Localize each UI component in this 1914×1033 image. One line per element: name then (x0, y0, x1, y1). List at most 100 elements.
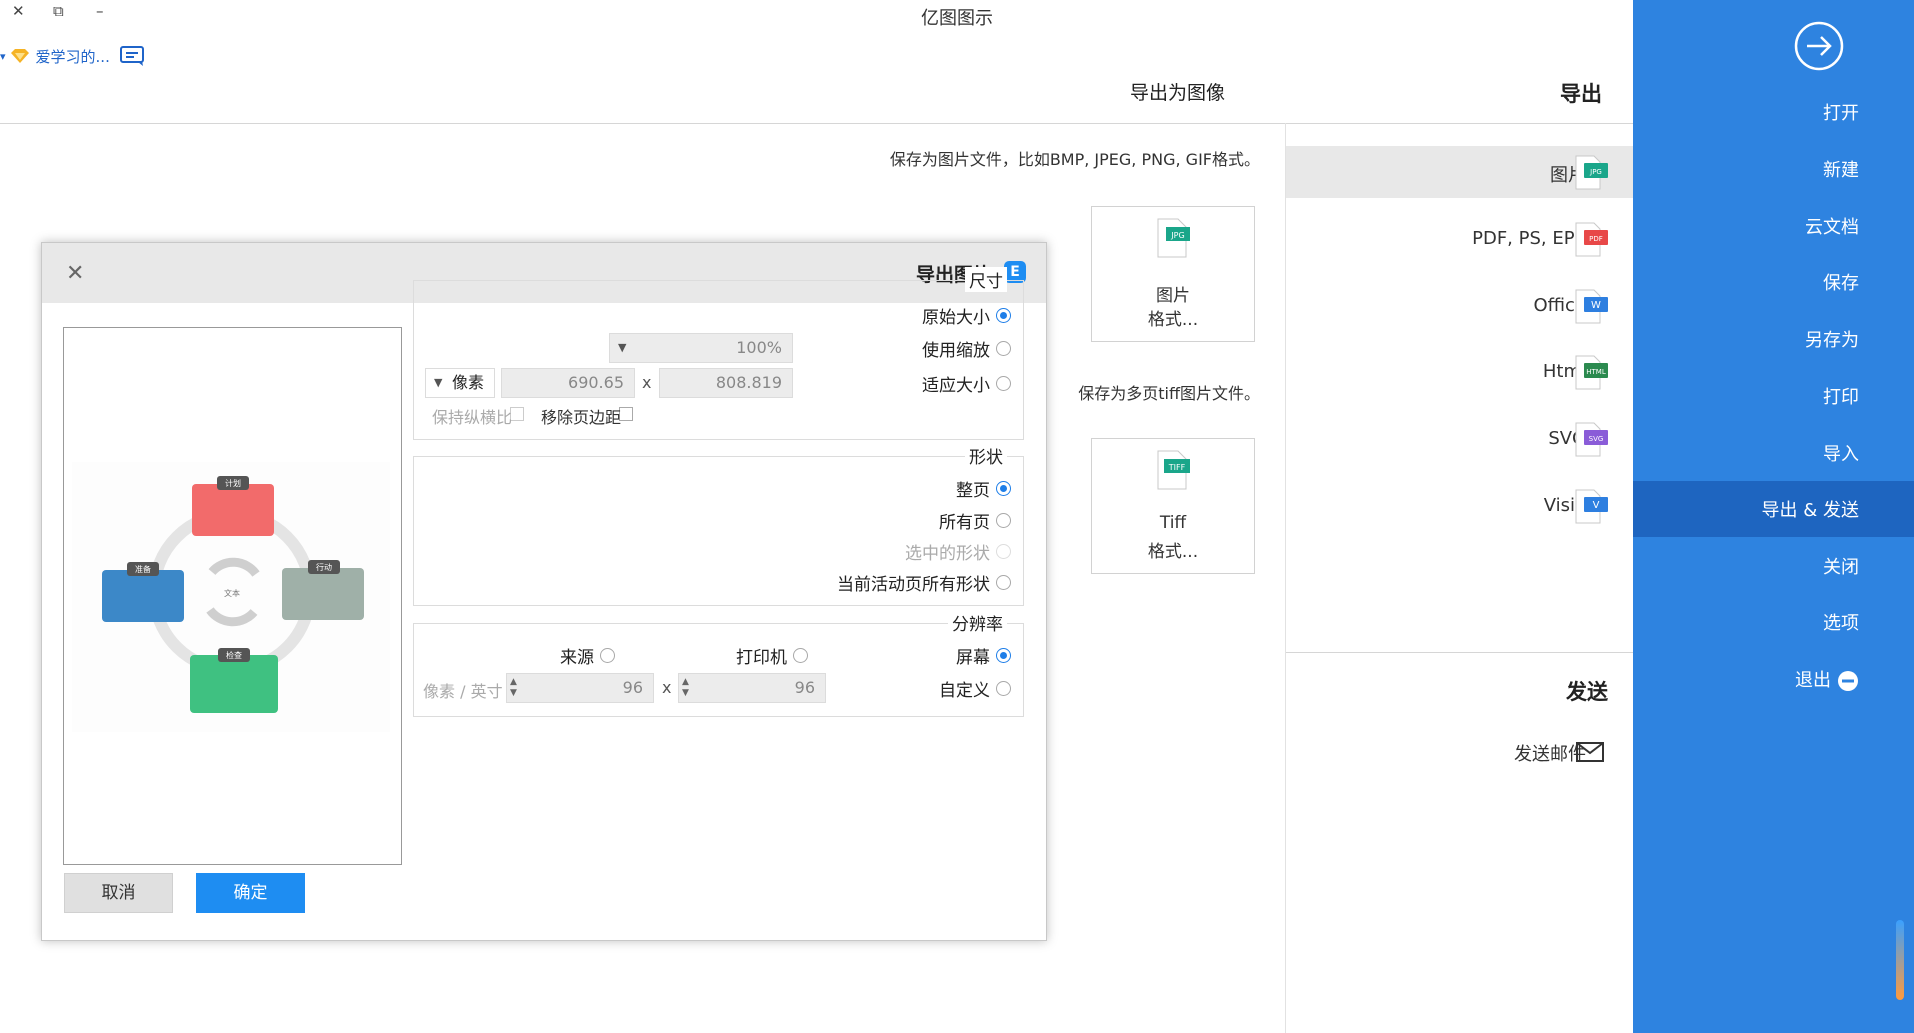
export-type-item[interactable]: PDF, PS, EPS PDF (1286, 213, 1633, 265)
export-type-item[interactable]: Visio V (1286, 480, 1633, 532)
feedback-icon[interactable] (118, 44, 146, 68)
screen-option[interactable]: 屏幕 (956, 644, 1011, 668)
original-size-radio[interactable] (996, 307, 1011, 323)
sidebar-item[interactable]: 退出 (1633, 651, 1914, 707)
export-heading: 导出 (1560, 82, 1602, 106)
dpi-x-value: 96 (794, 678, 815, 697)
dpi-x-input[interactable]: ▲ ▼ 96 (678, 673, 826, 703)
sidebar-item-text: 导入 (1823, 444, 1859, 465)
size-group-title: 尺寸 (965, 267, 1007, 292)
scrollbar-thumb[interactable] (1896, 920, 1904, 1000)
dialog-close-icon[interactable]: ✕ (66, 261, 84, 286)
height-input[interactable]: 690.65 (501, 368, 635, 398)
sidebar-item[interactable]: 导出 & 发送 (1633, 481, 1914, 537)
original-size-option[interactable]: 原始大小 (922, 304, 1011, 328)
export-type-item[interactable]: 图片 JPG (1286, 146, 1633, 198)
sidebar-item-text: 另存为 (1805, 330, 1859, 351)
sidebar-item-text: 选项 (1823, 613, 1859, 634)
unit-select[interactable]: ▼ 像素 (425, 368, 495, 398)
remove-margin-checkbox[interactable] (619, 407, 633, 421)
sidebar-item-label: 打开 (1823, 99, 1859, 125)
sidebar-item[interactable]: 关闭 (1633, 538, 1914, 594)
sidebar-item-label: 云文档 (1805, 213, 1859, 239)
selected-shapes-option[interactable]: 选中的形状 (905, 540, 1011, 564)
sidebar-item-label: 另存为 (1805, 326, 1859, 352)
header-divider (0, 123, 1633, 124)
image-format-card[interactable]: JPG 图片 格式... (1091, 206, 1255, 342)
printer-radio[interactable] (793, 647, 808, 663)
keep-ratio-label: 保持纵横比 (432, 408, 513, 427)
image-description: 保存为图片文件，比如BMP, JPEG, PNG, GIF格式。 (889, 150, 1260, 169)
selected-shapes-radio[interactable] (996, 543, 1011, 559)
export-type-item[interactable]: Html HTML (1286, 346, 1633, 398)
source-option[interactable]: 来源 (560, 644, 615, 668)
tiff-file-icon: TIFF (1157, 450, 1190, 490)
custom-radio[interactable] (996, 680, 1011, 696)
sidebar-item[interactable]: 打印 (1633, 368, 1914, 424)
cancel-button[interactable]: 取消 (64, 873, 173, 913)
sidebar-item[interactable]: 打开 (1633, 84, 1914, 140)
spinner-icon[interactable]: ▲ ▼ (682, 677, 689, 699)
current-page-radio[interactable] (996, 574, 1011, 590)
width-input[interactable]: 808.819 (659, 368, 793, 398)
whole-page-option[interactable]: 整页 (956, 477, 1011, 501)
spinner-icon[interactable]: ▲ ▼ (510, 677, 517, 699)
zoom-radio[interactable] (996, 340, 1011, 356)
visio-icon: V (1575, 489, 1608, 524)
fit-size-radio[interactable] (996, 375, 1011, 391)
all-pages-radio[interactable] (996, 512, 1011, 528)
send-mail-item[interactable]: 发送邮件 (1286, 728, 1633, 776)
zoom-select[interactable]: ▼ 100% (609, 333, 793, 363)
sidebar-item-text: 导出 & 发送 (1761, 500, 1859, 521)
sidebar-item[interactable]: 新建 (1633, 141, 1914, 197)
svg-text:检查: 检查 (226, 650, 242, 660)
send-divider (1286, 652, 1633, 653)
sidebar-item[interactable]: 云文档 (1633, 198, 1914, 254)
keep-ratio-checkbox[interactable] (510, 407, 524, 421)
user-name[interactable]: 爱学习的... (36, 46, 110, 67)
shape-group-title: 形状 (965, 443, 1007, 468)
printer-label: 打印机 (736, 647, 787, 668)
zoom-label: 使用缩放 (922, 340, 990, 361)
all-pages-option[interactable]: 所有页 (939, 509, 1011, 533)
export-type-item[interactable]: SVG SVG (1286, 413, 1633, 465)
dropdown-icon[interactable]: ▾ (0, 50, 6, 63)
chevron-down-icon: ▼ (434, 376, 443, 389)
back-arrow-icon[interactable] (1794, 21, 1844, 71)
sidebar-item[interactable]: 导入 (1633, 425, 1914, 481)
word-icon: W (1575, 289, 1608, 324)
sidebar-item-text: 云文档 (1805, 217, 1859, 238)
export-type-label: Visio (1543, 495, 1586, 516)
app-title: 亿图图示 (921, 8, 993, 29)
jpg-icon: JPG (1575, 155, 1608, 190)
sidebar: 打开新建云文档保存另存为打印导入导出 & 发送关闭选项退出 (1633, 0, 1914, 1033)
screen-radio[interactable] (996, 647, 1011, 663)
dpi-y-input[interactable]: ▲ ▼ 96 (506, 673, 654, 703)
svg-icon: SVG (1575, 422, 1608, 457)
sidebar-item[interactable]: 保存 (1633, 254, 1914, 310)
sidebar-item-label: 退出 (1795, 666, 1859, 692)
tiff-format-card[interactable]: TIFF Tiff 格式... (1091, 438, 1255, 574)
whole-page-radio[interactable] (996, 480, 1011, 496)
sidebar-item[interactable]: 另存为 (1633, 311, 1914, 367)
zoom-option[interactable]: 使用缩放 (922, 337, 1011, 361)
svg-text:HTML: HTML (1586, 368, 1606, 376)
sidebar-item-label: 打印 (1823, 383, 1859, 409)
ok-button[interactable]: 确定 (196, 873, 305, 913)
sidebar-item[interactable]: 选项 (1633, 594, 1914, 650)
export-type-label: Office (1533, 295, 1586, 316)
dpi-unit: 像素 / 英寸 (423, 682, 503, 701)
html-icon: HTML (1575, 355, 1608, 390)
user-area[interactable]: ▾ 爱学习的... (0, 44, 146, 68)
printer-option[interactable]: 打印机 (736, 644, 808, 668)
source-radio[interactable] (600, 647, 615, 663)
export-type-item[interactable]: Office W (1286, 280, 1633, 332)
custom-option[interactable]: 自定义 (939, 677, 1011, 701)
svg-text:SVG: SVG (1589, 435, 1604, 443)
sidebar-item-text: 新建 (1823, 160, 1859, 181)
tiff-card-format: 格式... (1147, 542, 1199, 562)
current-page-option[interactable]: 当前活动页所有形状 (837, 571, 1011, 595)
resolution-group: 分辨率 屏幕 打印机 来源 自定义 ▲ ▼ 96 x ▲ ▼ 96 像素 / 英寸 (413, 610, 1024, 717)
fit-size-option[interactable]: 适应大小 (922, 372, 1011, 396)
source-label: 来源 (560, 647, 594, 668)
